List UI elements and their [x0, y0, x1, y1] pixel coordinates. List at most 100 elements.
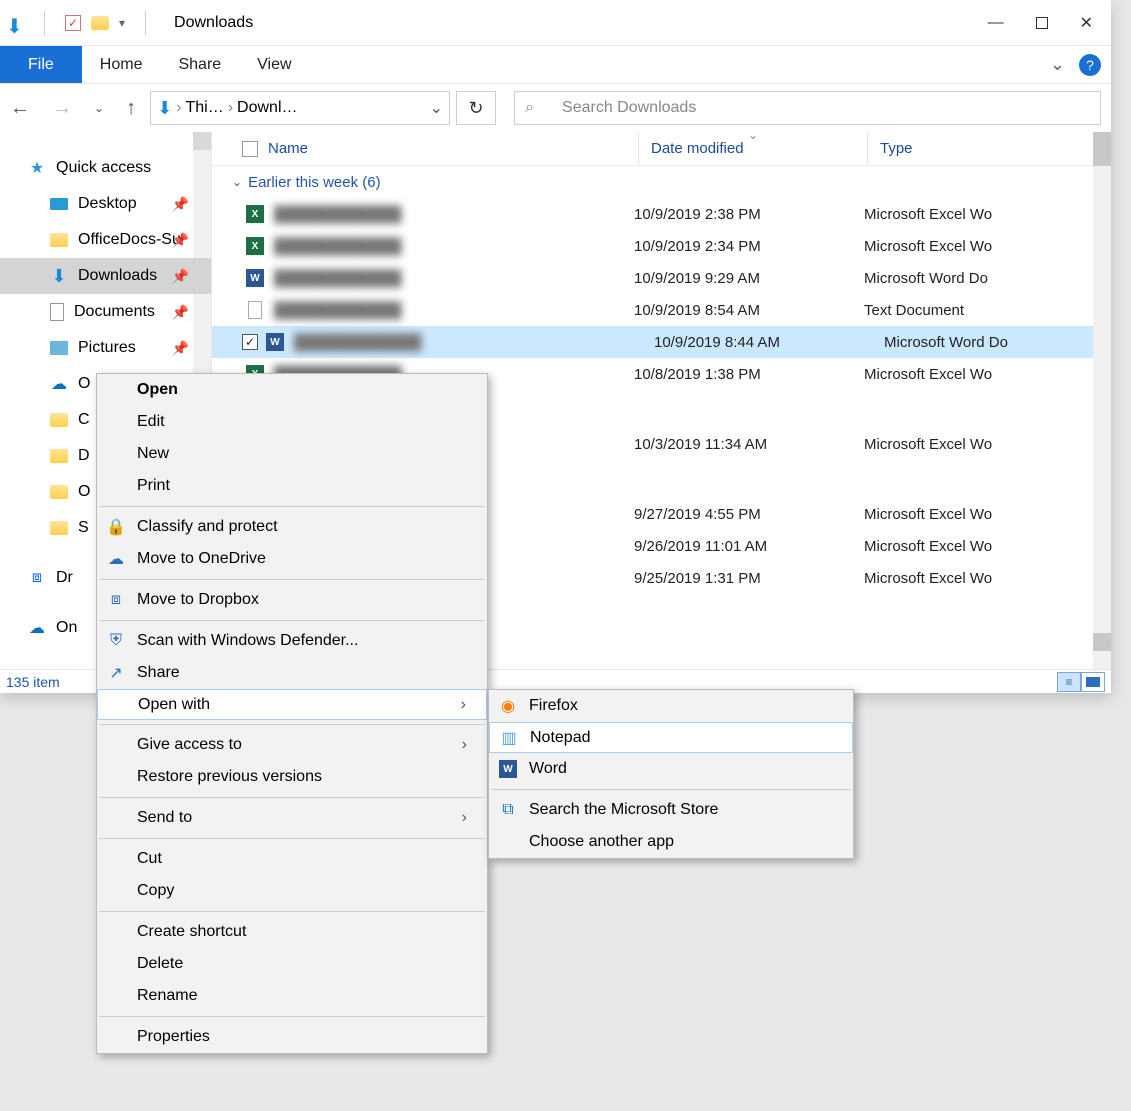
- file-date: 9/27/2019 4:55 PM: [622, 506, 852, 523]
- context-menu: OpenEditNewPrint 🔒Classify and protect☁Mo…: [96, 373, 488, 1054]
- menuitem-classify-and-protect[interactable]: 🔒Classify and protect: [97, 511, 487, 543]
- tab-view[interactable]: View: [239, 46, 309, 83]
- text-icon: [248, 301, 262, 319]
- submenu-arrow-icon: ›: [461, 696, 466, 714]
- close-button[interactable]: ✕: [1080, 13, 1093, 33]
- word-icon: W: [497, 760, 519, 778]
- menuitem-edit[interactable]: Edit: [97, 406, 487, 438]
- menu-icon: ⧈: [105, 591, 127, 609]
- search-icon: ⌕: [525, 99, 534, 117]
- folder-icon: [91, 16, 109, 30]
- menuitem-share[interactable]: ↗Share: [97, 657, 487, 689]
- sidebar-item-documents[interactable]: Documents📌: [0, 294, 211, 330]
- file-type: Microsoft Excel Wo: [852, 570, 992, 587]
- sidebar-item-downloads[interactable]: ⬇Downloads📌: [0, 258, 211, 294]
- down-arrow-icon: ⬇: [157, 98, 172, 119]
- column-type[interactable]: Type: [868, 140, 1048, 157]
- group-header[interactable]: ⌄ Earlier this week (6): [212, 166, 1111, 198]
- sidebar-quick-access[interactable]: ★ Quick access: [0, 150, 211, 186]
- file-row[interactable]: ✓W████████████10/9/2019 8:44 AMMicrosoft…: [212, 326, 1111, 358]
- onedrive-icon: ☁: [28, 618, 46, 638]
- sidebar-item-desktop[interactable]: Desktop📌: [0, 186, 211, 222]
- row-checkbox[interactable]: ✓: [242, 334, 258, 350]
- file-date: 9/25/2019 1:31 PM: [622, 570, 852, 587]
- folder-icon: [50, 449, 68, 463]
- file-date: 10/9/2019 9:29 AM: [622, 270, 852, 287]
- search-input[interactable]: ⌕ Search Downloads: [514, 91, 1101, 125]
- tab-file[interactable]: File: [0, 46, 82, 83]
- folder-icon: [50, 413, 68, 427]
- menuitem-cut[interactable]: Cut: [97, 843, 487, 875]
- address-dropdown-icon[interactable]: ⌄: [430, 98, 443, 118]
- column-date[interactable]: ⌄Date modified: [638, 132, 868, 165]
- refresh-button[interactable]: ↻: [456, 91, 496, 125]
- column-headers[interactable]: Name ⌄Date modified Type: [212, 132, 1111, 166]
- menuitem-rename[interactable]: Rename: [97, 980, 487, 1012]
- menuitem-copy[interactable]: Copy: [97, 875, 487, 907]
- menuitem-open[interactable]: Open: [97, 374, 487, 406]
- ribbon: File Home Share View ⌄ ?: [0, 46, 1111, 84]
- qat-dropdown-icon[interactable]: ▾: [119, 16, 125, 30]
- file-type: Text Document: [852, 302, 964, 319]
- file-row[interactable]: W████████████10/9/2019 9:29 AMMicrosoft …: [212, 262, 1111, 294]
- sidebar-item-pictures[interactable]: Pictures📌: [0, 330, 211, 366]
- properties-qat-icon[interactable]: ✓: [65, 15, 81, 31]
- thumb-icon: [1086, 677, 1100, 687]
- menuitem-move-to-dropbox[interactable]: ⧈Move to Dropbox: [97, 584, 487, 616]
- pin-icon: 📌: [172, 304, 189, 321]
- menuitem-restore-previous-versions[interactable]: Restore previous versions: [97, 761, 487, 793]
- file-name: ████████████: [268, 238, 622, 255]
- openwith-choose[interactable]: Choose another app: [489, 826, 853, 858]
- menuitem-give-access-to[interactable]: Give access to›: [97, 729, 487, 761]
- openwith-notepad[interactable]: ▥Notepad: [489, 722, 853, 753]
- file-date: 9/26/2019 11:01 AM: [622, 538, 852, 555]
- breadcrumb-pc[interactable]: Thi…: [185, 99, 223, 117]
- sidebar-item-officedocs[interactable]: OfficeDocs-Su📌: [0, 222, 211, 258]
- firefox-icon: ◉: [497, 696, 519, 716]
- file-row[interactable]: X████████████10/9/2019 2:38 PMMicrosoft …: [212, 198, 1111, 230]
- back-button[interactable]: ←: [10, 97, 30, 120]
- word-icon: W: [266, 333, 284, 351]
- openwith-submenu: ◉Firefox ▥Notepad WWord ⧉Search the Micr…: [488, 689, 854, 859]
- help-button[interactable]: ?: [1079, 54, 1101, 76]
- details-view-button[interactable]: ≡: [1057, 672, 1081, 692]
- file-type: Microsoft Word Do: [872, 334, 1008, 351]
- file-name: ████████████: [268, 270, 622, 287]
- column-name[interactable]: Name: [258, 140, 638, 157]
- file-row[interactable]: ████████████10/9/2019 8:54 AMText Docume…: [212, 294, 1111, 326]
- select-all-checkbox[interactable]: [242, 141, 258, 157]
- openwith-word[interactable]: WWord: [489, 753, 853, 785]
- file-date: 10/9/2019 2:34 PM: [622, 238, 852, 255]
- maximize-button[interactable]: [1036, 17, 1048, 29]
- file-row[interactable]: X████████████10/9/2019 2:34 PMMicrosoft …: [212, 230, 1111, 262]
- star-icon: ★: [28, 158, 46, 178]
- breadcrumb[interactable]: ⬇ › Thi… › Downl…: [157, 98, 297, 119]
- menuitem-scan-with-windows-defender-[interactable]: ⛨Scan with Windows Defender...: [97, 625, 487, 657]
- file-name: ████████████: [268, 302, 622, 319]
- menu-icon: ⛨: [105, 632, 127, 650]
- up-button[interactable]: ↑: [126, 97, 136, 120]
- menuitem-new[interactable]: New: [97, 438, 487, 470]
- menuitem-move-to-onedrive[interactable]: ☁Move to OneDrive: [97, 543, 487, 575]
- minimize-button[interactable]: —: [988, 14, 1004, 32]
- collapse-icon[interactable]: ⌄: [232, 175, 242, 189]
- recent-locations-button[interactable]: ⌄: [94, 101, 104, 115]
- file-scrollbar[interactable]: [1093, 132, 1111, 669]
- tab-home[interactable]: Home: [82, 46, 161, 83]
- notepad-icon: ▥: [498, 728, 520, 748]
- tab-share[interactable]: Share: [160, 46, 239, 83]
- breadcrumb-downloads[interactable]: Downl…: [237, 99, 297, 117]
- menuitem-print[interactable]: Print: [97, 470, 487, 502]
- menuitem-open-with[interactable]: Open with›: [97, 689, 487, 720]
- openwith-firefox[interactable]: ◉Firefox: [489, 690, 853, 722]
- menuitem-properties[interactable]: Properties: [97, 1021, 487, 1053]
- forward-button[interactable]: →: [52, 97, 72, 120]
- thumbnails-view-button[interactable]: [1081, 672, 1105, 692]
- menuitem-send-to[interactable]: Send to›: [97, 802, 487, 834]
- menuitem-delete[interactable]: Delete: [97, 948, 487, 980]
- file-date: 10/9/2019 2:38 PM: [622, 206, 852, 223]
- ribbon-expand-icon[interactable]: ⌄: [1050, 54, 1065, 75]
- openwith-store[interactable]: ⧉Search the Microsoft Store: [489, 794, 853, 826]
- menuitem-create-shortcut[interactable]: Create shortcut: [97, 916, 487, 948]
- address-bar[interactable]: ⬇ › Thi… › Downl… ⌄: [150, 91, 450, 125]
